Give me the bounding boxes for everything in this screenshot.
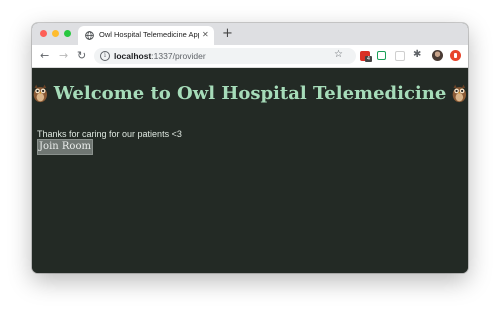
forward-arrow-icon[interactable]: → — [59, 49, 68, 62]
browser-toolbar: ← → ↻ i localhost:1337/provider ☆ 4 ✱ — [32, 45, 468, 68]
url-text[interactable]: localhost:1337/provider — [114, 49, 206, 63]
bookmark-star-icon[interactable]: ☆ — [334, 48, 343, 61]
extension-green-icon[interactable] — [377, 51, 386, 60]
page-content: Welcome to Owl Hospital Telemedicine Tha… — [32, 68, 468, 273]
close-window-button[interactable] — [40, 30, 47, 37]
globe-icon — [85, 31, 94, 40]
url-path: :1337/provider — [151, 51, 206, 61]
new-tab-icon[interactable]: + — [222, 26, 233, 41]
url-host: localhost — [114, 51, 152, 61]
info-icon[interactable]: i — [100, 51, 110, 61]
heading-text: Welcome to Owl Hospital Telemedicine — [53, 82, 447, 104]
browser-window: Owl Hospital Telemedicine App ✕ + ← → ↻ … — [32, 23, 468, 273]
owl-emoji-icon — [33, 84, 48, 103]
extensions-puzzle-icon[interactable]: ✱ — [413, 48, 421, 61]
owl-emoji-icon — [452, 84, 467, 103]
back-arrow-icon[interactable]: ← — [40, 49, 49, 62]
extension-orange-icon[interactable] — [450, 50, 461, 61]
join-room-button[interactable]: Join Room — [37, 139, 93, 155]
close-tab-icon[interactable]: ✕ — [202, 29, 209, 41]
profile-avatar[interactable] — [432, 50, 443, 61]
extension-red-icon[interactable]: 4 — [360, 51, 372, 62]
minimize-window-button[interactable] — [52, 30, 59, 37]
tab-strip: Owl Hospital Telemedicine App ✕ + — [32, 23, 468, 45]
tab-owl-hospital[interactable]: Owl Hospital Telemedicine App ✕ — [78, 26, 214, 45]
reload-icon[interactable]: ↻ — [77, 49, 86, 62]
fullscreen-window-button[interactable] — [64, 30, 71, 37]
address-bar[interactable]: i localhost:1337/provider — [94, 48, 356, 64]
extension-badge: 4 — [365, 56, 372, 62]
tab-title: Owl Hospital Telemedicine App — [99, 30, 199, 39]
page-heading: Welcome to Owl Hospital Telemedicine — [32, 78, 468, 108]
extension-blank-icon[interactable] — [395, 51, 405, 61]
